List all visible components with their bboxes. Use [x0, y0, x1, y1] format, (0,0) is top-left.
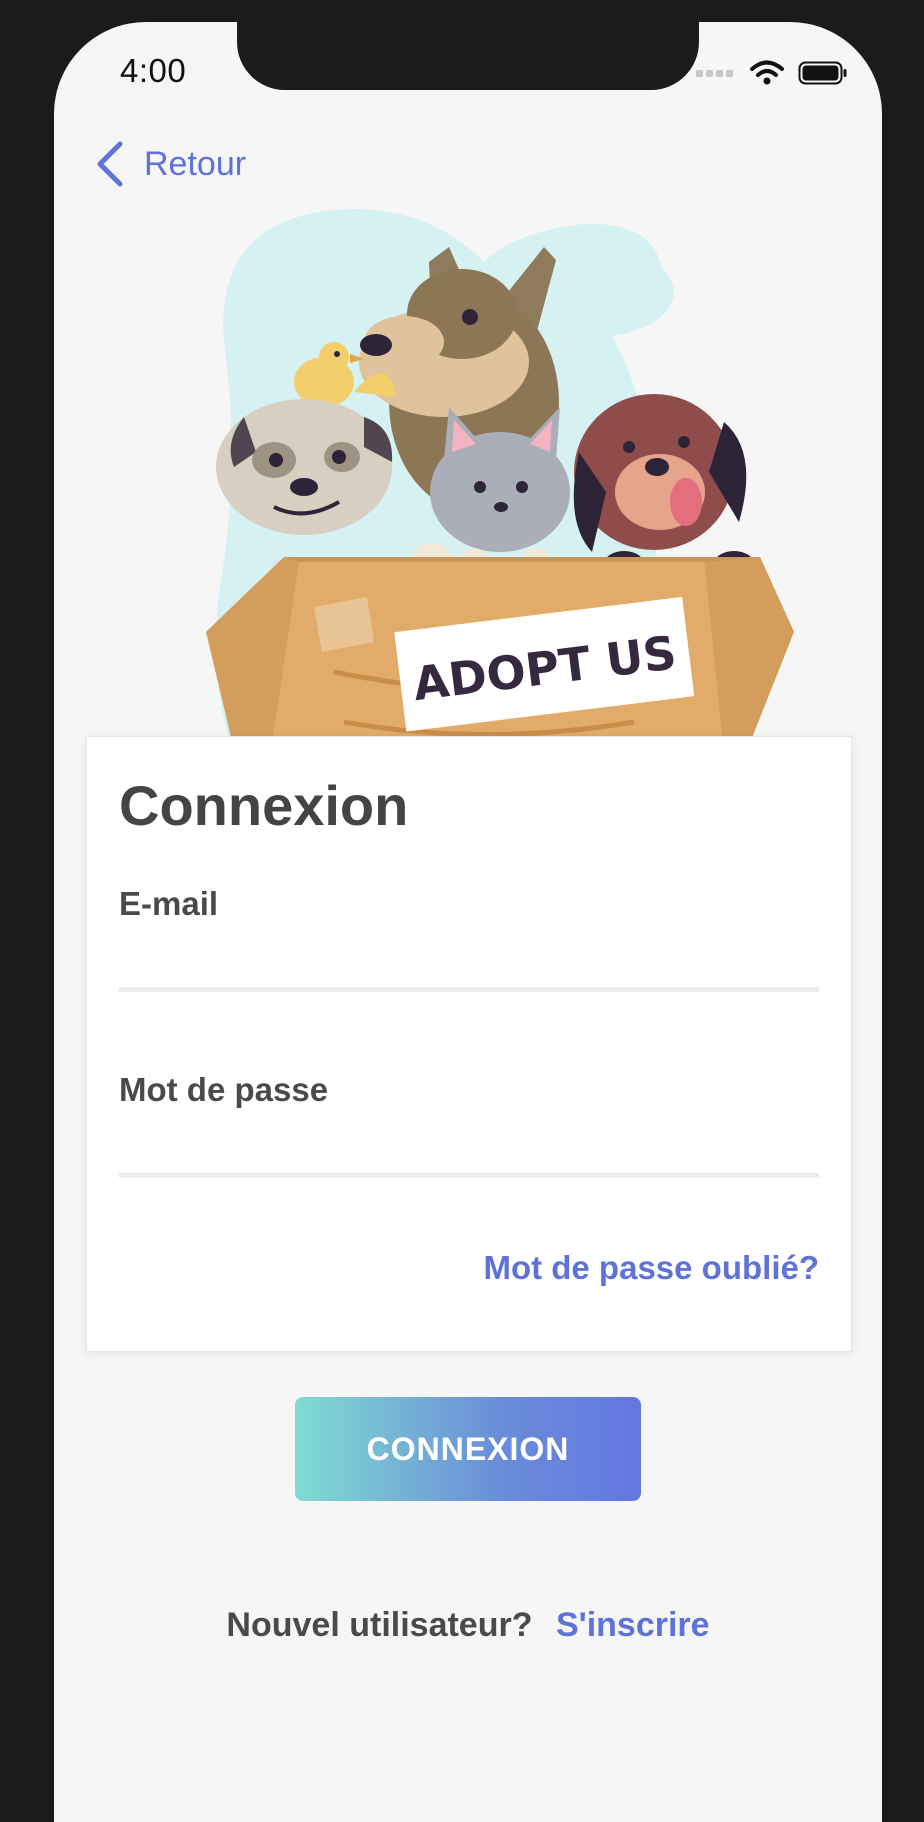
back-button[interactable]: Retour — [94, 140, 246, 188]
pets-in-box-illustration: ADOPT US — [206, 209, 794, 758]
wifi-icon — [750, 60, 784, 85]
signup-prompt: Nouvel utilisateur? — [226, 1606, 533, 1644]
chevron-left-icon — [97, 141, 123, 187]
signal-icon — [696, 70, 733, 77]
back-label: Retour — [144, 144, 247, 183]
forgot-password-link[interactable]: Mot de passe oublié? — [483, 1249, 819, 1287]
device-notch — [237, 22, 699, 90]
password-label: Mot de passe — [119, 1071, 329, 1108]
password-field[interactable] — [119, 1119, 819, 1178]
login-button[interactable]: CONNEXION — [295, 1397, 641, 1501]
page-title: Connexion — [119, 774, 409, 837]
signup-link[interactable]: S'inscrire — [556, 1606, 710, 1644]
status-time: 4:00 — [120, 52, 187, 89]
phone-screen: 4:00 Retour ADOPT US Connexion E-mail Mo… — [54, 22, 882, 1822]
email-label: E-mail — [119, 885, 219, 922]
login-card: Connexion E-mail Mot de passe Mot de pas… — [86, 736, 852, 1352]
signup-row: Nouvel utilisateur? S'inscrire — [54, 1606, 882, 1645]
email-field[interactable] — [119, 933, 819, 992]
status-icons — [696, 60, 848, 86]
battery-icon — [798, 61, 847, 85]
